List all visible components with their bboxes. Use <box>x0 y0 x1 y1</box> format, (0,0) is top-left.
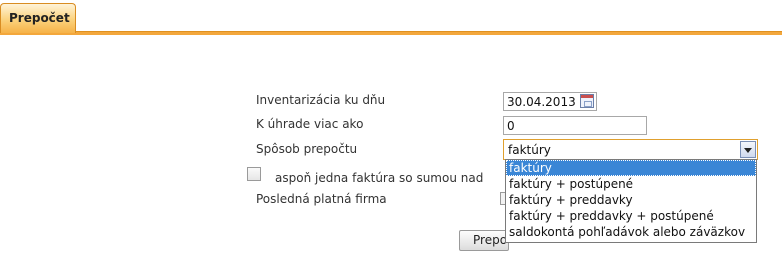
method-select-value: faktúry <box>508 143 551 157</box>
recalculate-button[interactable]: Prepočet <box>459 230 509 251</box>
method-dropdown-list: faktúry faktúry + postúpené faktúry + pr… <box>505 159 757 243</box>
method-option[interactable]: faktúry + preddavky + postúpené <box>506 208 756 224</box>
tab-bar: Prepočet <box>0 0 782 35</box>
tab-bar-underline <box>0 31 782 35</box>
date-label: Inventarizácia ku dňu <box>256 93 386 107</box>
method-select[interactable]: faktúry <box>503 139 758 160</box>
tab-prepocet[interactable]: Prepočet <box>0 3 76 33</box>
amount-label: K úhrade viac ako <box>256 117 364 131</box>
invoice-threshold-label: aspoň jedna faktúra so sumou nad <box>275 171 484 185</box>
method-option[interactable]: saldokontá pohľadávok alebo záväzkov <box>506 224 756 240</box>
amount-input[interactable]: 0 <box>503 116 647 135</box>
calendar-icon[interactable] <box>580 94 594 108</box>
method-option[interactable]: faktúry <box>506 160 756 176</box>
method-option[interactable]: faktúry + preddavky <box>506 192 756 208</box>
method-option[interactable]: faktúry + postúpené <box>506 176 756 192</box>
method-label: Spôsob prepočtu <box>256 142 358 156</box>
invoice-threshold-checkbox[interactable] <box>247 167 261 181</box>
chevron-down-icon[interactable] <box>740 141 756 158</box>
last-firm-label: Posledná platná firma <box>256 192 387 206</box>
